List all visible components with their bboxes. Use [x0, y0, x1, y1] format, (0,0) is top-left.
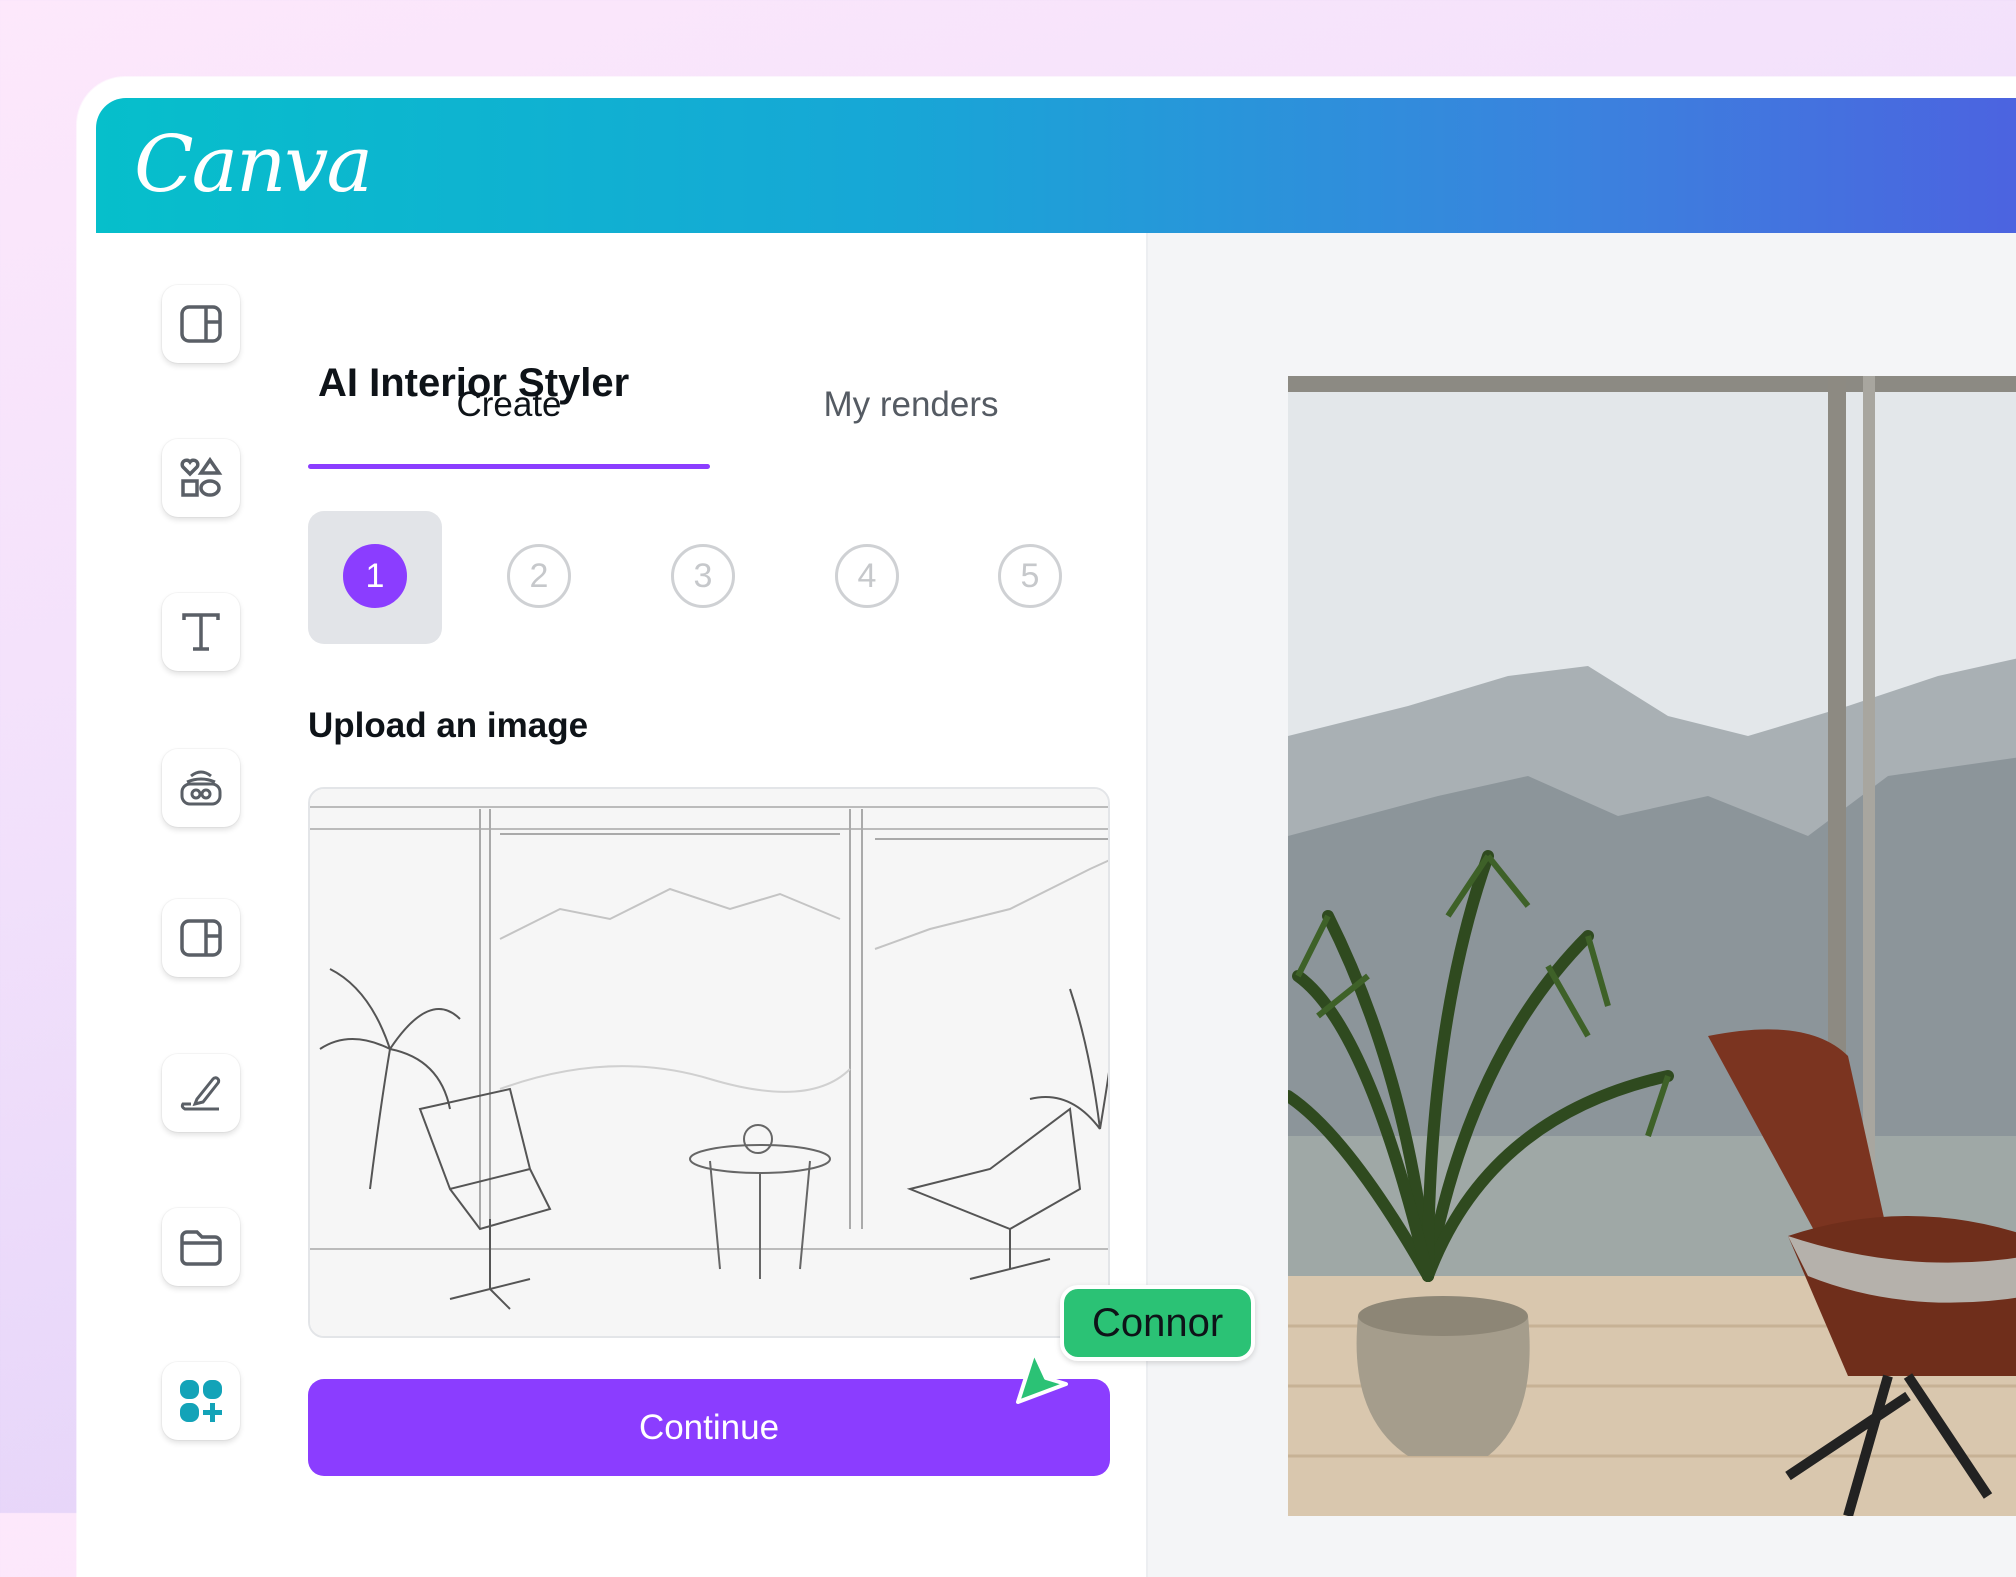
tab-my-renders[interactable]: My renders — [710, 385, 1112, 425]
sidebar-item-design[interactable] — [162, 285, 240, 363]
sidebar-item-projects[interactable] — [162, 1208, 240, 1286]
rendered-interior-image[interactable] — [1288, 376, 2016, 1516]
step-5[interactable]: 5 — [998, 544, 1062, 608]
app-panel: AI Interior Styler Create My renders 1 2… — [96, 233, 1148, 1577]
sidebar-item-text[interactable] — [162, 593, 240, 671]
shapes-icon — [180, 456, 223, 497]
canva-logo[interactable]: Canva — [134, 120, 373, 210]
sidebar-item-draw[interactable] — [162, 1054, 240, 1132]
layout-icon — [180, 305, 222, 343]
tab-create[interactable]: Create — [308, 385, 710, 425]
sidebar-item-apps[interactable] — [162, 1362, 240, 1440]
sidebar-item-brand[interactable] — [162, 749, 240, 827]
step-1[interactable]: 1 — [343, 544, 407, 608]
continue-button[interactable]: Continue — [308, 1379, 1110, 1476]
step-2[interactable]: 2 — [507, 544, 571, 608]
collaborator-name-tag: Connor — [1060, 1285, 1256, 1361]
upload-label: Upload an image — [308, 706, 589, 745]
uploaded-sketch-image[interactable] — [308, 787, 1110, 1338]
sidebar-item-templates[interactable] — [162, 899, 240, 977]
draw-icon — [180, 1076, 221, 1111]
sidebar-item-elements[interactable] — [162, 439, 240, 517]
active-tab-indicator — [308, 464, 710, 469]
top-bar: Canva — [96, 98, 2016, 233]
apps-icon — [180, 1380, 222, 1422]
collaborator-cursor-icon — [1012, 1348, 1072, 1411]
brand-icon — [180, 770, 222, 806]
text-icon — [182, 613, 220, 651]
step-4[interactable]: 4 — [835, 544, 899, 608]
layout-icon — [180, 919, 222, 957]
step-3[interactable]: 3 — [671, 544, 735, 608]
folder-icon — [180, 1230, 222, 1266]
